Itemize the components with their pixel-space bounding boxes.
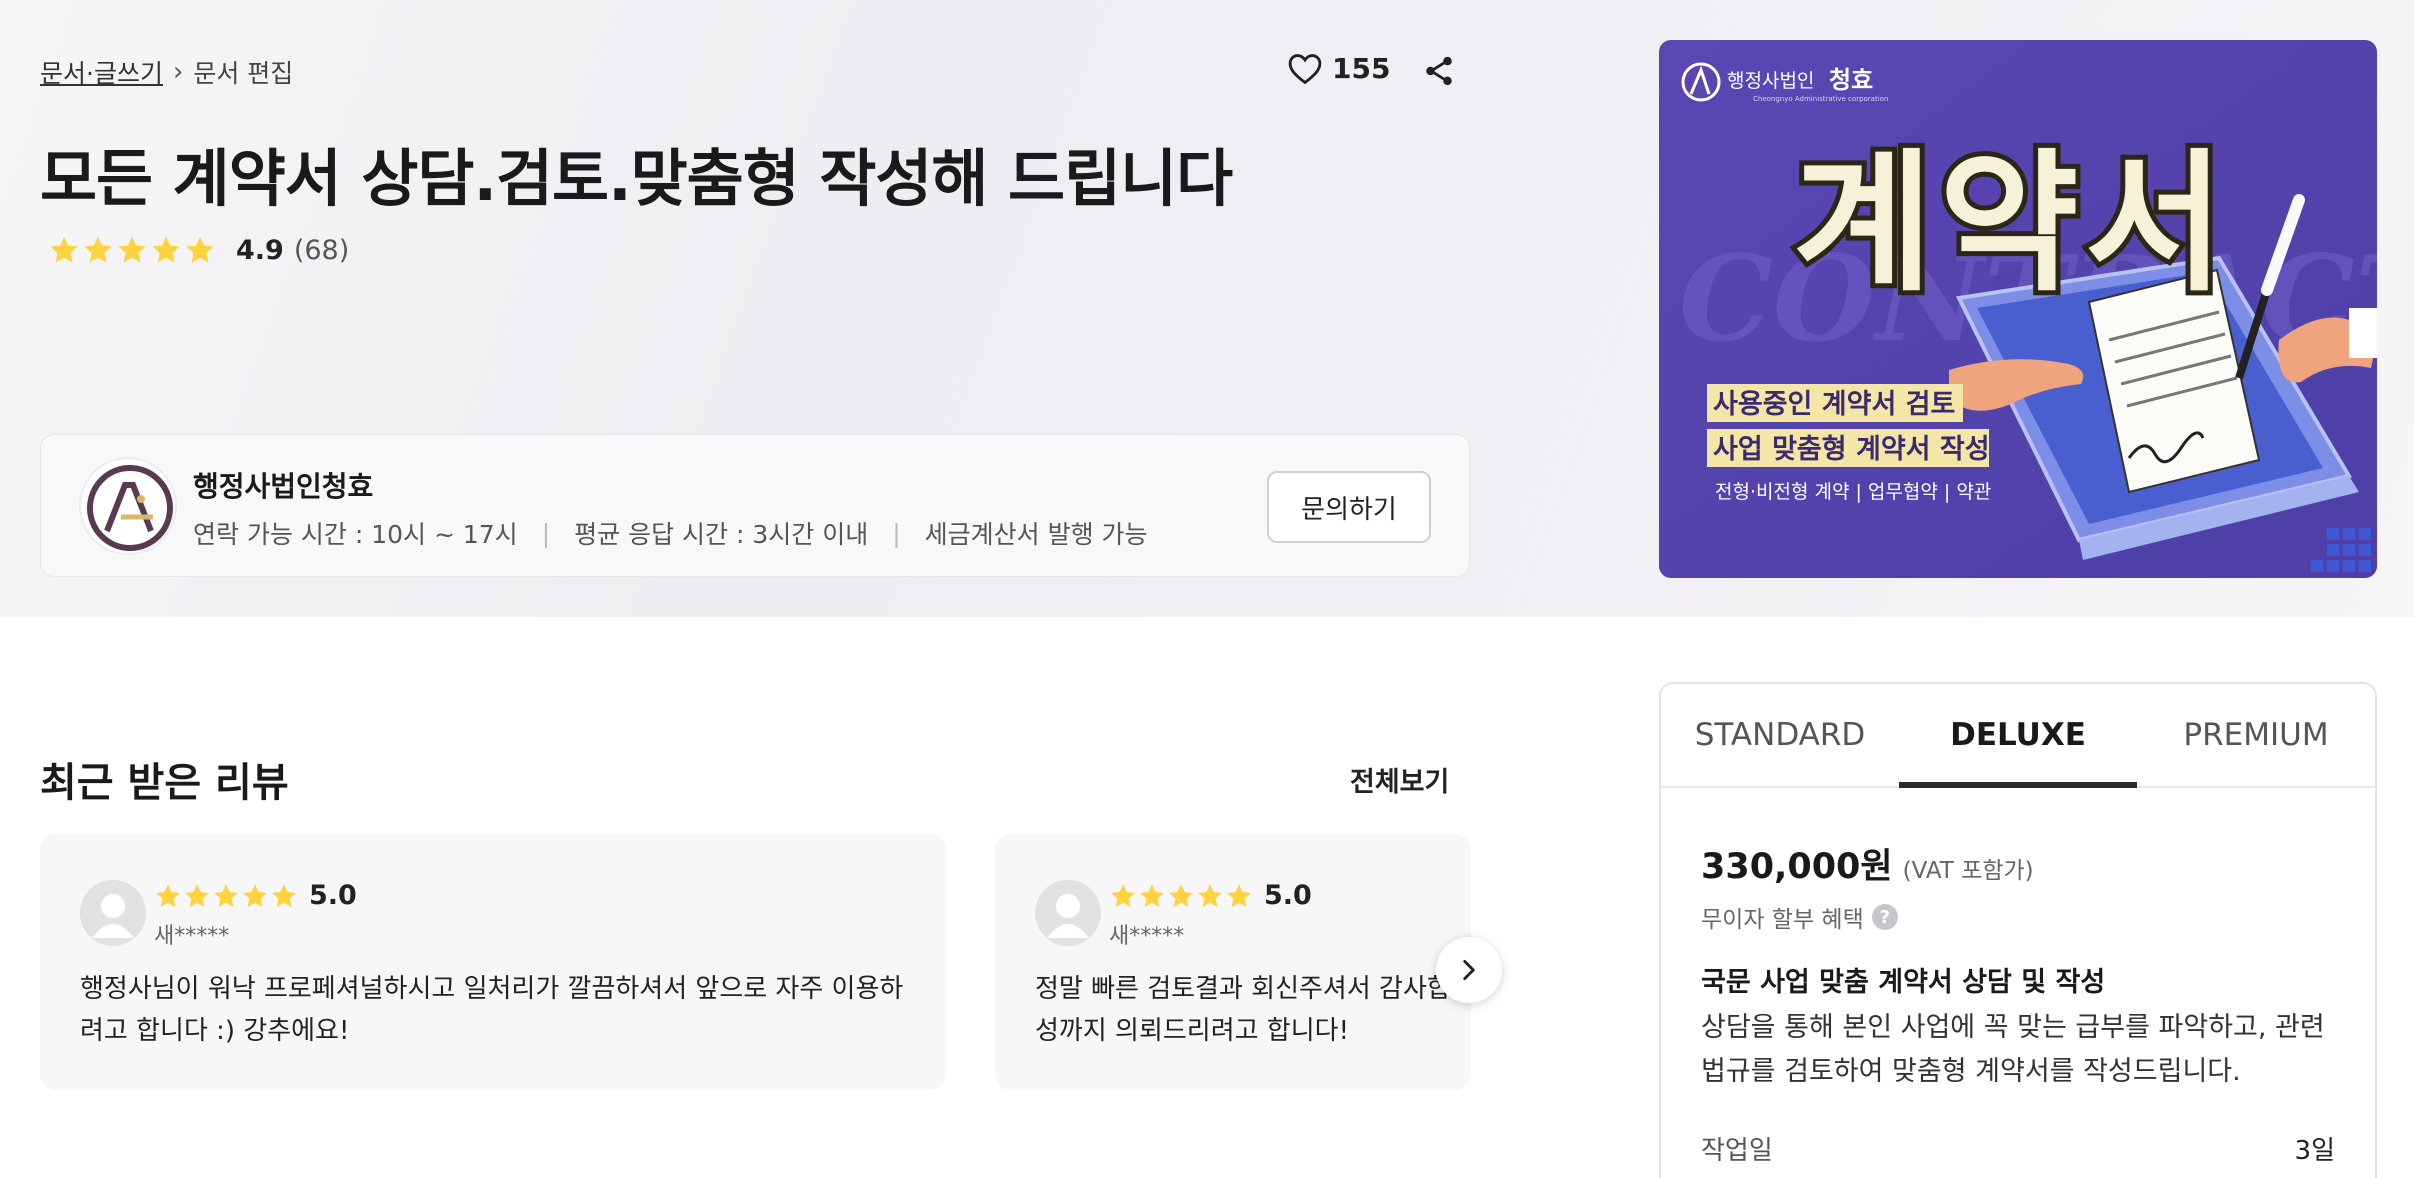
tab-premium[interactable]: PREMIUM <box>2137 684 2375 786</box>
seller-avatar[interactable] <box>79 457 177 555</box>
divider: | <box>892 518 901 548</box>
review-card[interactable]: 5.0 새***** 행정사님이 워낙 프로페셔널하시고 일처리가 깔끔하셔서 … <box>40 834 946 1090</box>
reviewer-avatar <box>80 880 146 946</box>
star-icon <box>1169 883 1193 907</box>
rating-score: 4.9 <box>236 234 284 266</box>
review-rating: 5.0 <box>154 880 357 911</box>
gig-thumbnail[interactable]: CONTRACT 행정사법인 청효 Cheongnyo Adminis <box>1659 40 2377 578</box>
vat-note: (VAT 포함가) <box>1902 858 2034 884</box>
package-price: 330,000원 (VAT 포함가) <box>1701 838 2034 889</box>
seller-name[interactable]: 행정사법인청효 <box>193 465 373 505</box>
banner-main-title: 계약서 <box>1793 135 2231 312</box>
chevron-right-icon: › <box>172 57 184 87</box>
banner-line3: 전형·비전형 계약 | 업무협약 | 약관 <box>1715 481 1991 503</box>
breadcrumb: 문서·글쓰기 › 문서 편집 <box>40 54 293 90</box>
contact-hours: 연락 가능 시간 : 10시 ~ 17시 <box>193 520 518 549</box>
package-tabs: STANDARD DELUXE PREMIUM <box>1661 684 2375 788</box>
tax-invoice-info: 세금계산서 발행 가능 <box>924 520 1148 549</box>
star-icon <box>214 883 238 907</box>
heart-icon <box>1288 53 1322 84</box>
work-days-value: 3일 <box>2294 1136 2335 1166</box>
breadcrumb-category-link[interactable]: 문서·글쓰기 <box>40 54 163 90</box>
star-icon <box>1227 883 1251 907</box>
work-days-label: 작업일 <box>1701 1136 1773 1166</box>
tab-deluxe[interactable]: DELUXE <box>1899 684 2137 788</box>
share-icon[interactable] <box>1422 54 1456 88</box>
banner-line2: 사업 맞춤형 계약서 작성 <box>1713 434 1990 465</box>
banner-brand-name: 행정사법인 <box>1727 70 1814 92</box>
avg-response-time: 평균 응답 시간 : 3시간 이내 <box>574 520 869 549</box>
star-icon <box>186 236 214 263</box>
review-rating: 5.0 <box>1109 880 1312 911</box>
installment-benefit: 무이자 할부 혜택 ? <box>1701 900 1898 934</box>
review-card[interactable]: 5.0 새***** 정말 빠른 검토결과 회신주셔서 감사합니다. 성까지 의… <box>995 834 1471 1090</box>
review-text: 행정사님이 워낙 프로페셔널하시고 일처리가 깔끔하셔서 앞으로 자주 이용하려… <box>80 974 904 1046</box>
package-description: 상담을 통해 본인 사업에 꼭 맞는 급부를 파악하고, 관련 법규를 검토하여… <box>1701 1012 2325 1087</box>
seller-meta: 연락 가능 시간 : 10시 ~ 17시 | 평균 응답 시간 : 3시간 이내… <box>193 515 1148 551</box>
star-icon <box>118 236 146 263</box>
review-text-line: 정말 빠른 검토결과 회신주셔서 감사합니다. <box>1035 974 1471 1004</box>
star-icon <box>84 236 112 263</box>
installment-label: 무이자 할부 혜택 <box>1701 907 1864 933</box>
see-all-reviews-link[interactable]: 전체보기 <box>1350 760 1449 799</box>
review-text: 정말 빠른 검토결과 회신주셔서 감사합니다. 성까지 의뢰드리려고 합니다! <box>1035 968 1471 1052</box>
banner-image: CONTRACT 행정사법인 청효 Cheongnyo Adminis <box>1659 40 2377 578</box>
star-icon <box>1140 883 1164 907</box>
star-icon <box>1198 883 1222 907</box>
seller-logo-icon <box>87 465 173 551</box>
divider: | <box>541 518 551 548</box>
review-text-line: 성까지 의뢰드리려고 합니다! <box>1035 1016 1349 1046</box>
review-score: 5.0 <box>1264 880 1312 911</box>
package-heading: 국문 사업 맞춤 계약서 상담 및 작성 <box>1701 967 2106 998</box>
user-placeholder-icon <box>1035 880 1101 946</box>
star-icon <box>1111 883 1135 907</box>
package-panel: STANDARD DELUXE PREMIUM 330,000원 (VAT 포함… <box>1659 682 2377 1178</box>
chevron-right-icon <box>1463 959 1475 981</box>
star-icon <box>152 236 180 263</box>
seller-card: 행정사법인청효 연락 가능 시간 : 10시 ~ 17시 | 평균 응답 시간 … <box>40 434 1470 577</box>
banner-brand-sub: Cheongnyo Administrative corporation <box>1753 95 1888 103</box>
banner-line1: 사용중인 계약서 검토 <box>1713 389 1955 420</box>
rating-count[interactable]: (68) <box>294 235 349 266</box>
tab-standard[interactable]: STANDARD <box>1661 684 1899 786</box>
reviewer-name: 새***** <box>1109 924 1185 949</box>
like-button[interactable]: 155 <box>1288 52 1390 85</box>
breadcrumb-subcategory[interactable]: 문서 편집 <box>193 54 293 90</box>
star-icon <box>156 883 180 907</box>
page-title: 모든 계약서 상담.검토.맞춤형 작성해 드립니다 <box>40 142 1233 215</box>
star-icon <box>243 883 267 907</box>
reviewer-name: 새***** <box>154 924 230 949</box>
reviews-next-button[interactable] <box>1436 937 1502 1003</box>
star-icon <box>50 236 78 263</box>
star-icon <box>272 883 296 907</box>
like-count: 155 <box>1332 52 1391 85</box>
banner-brand-bold: 청효 <box>1829 66 1873 94</box>
review-score: 5.0 <box>309 880 357 911</box>
inquire-button[interactable]: 문의하기 <box>1267 471 1431 543</box>
star-icon <box>185 883 209 907</box>
user-placeholder-icon <box>80 880 146 946</box>
price-amount: 330,000원 <box>1701 847 1893 887</box>
reviews-section-title: 최근 받은 리뷰 <box>40 760 289 806</box>
rating: 4.9 (68) <box>48 234 349 266</box>
help-icon[interactable]: ? <box>1871 904 1898 930</box>
reviewer-avatar <box>1035 880 1101 946</box>
